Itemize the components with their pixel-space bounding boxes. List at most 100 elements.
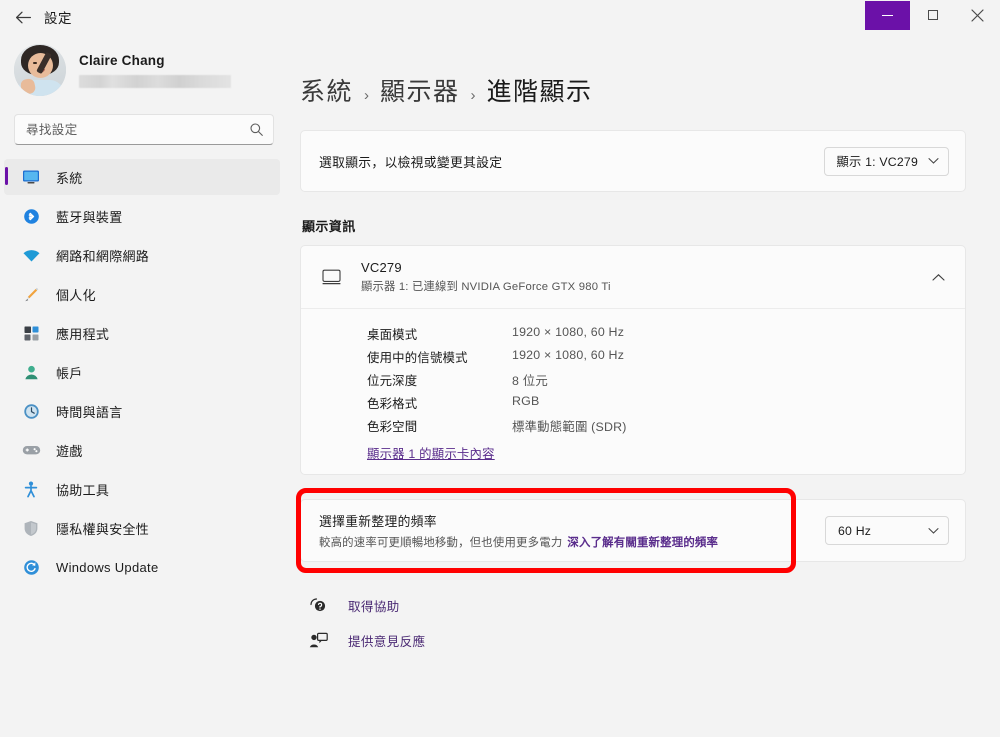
link-label: 提供意見反應 bbox=[348, 635, 426, 649]
search-container bbox=[0, 96, 288, 145]
info-row-value: 8 位元 bbox=[512, 373, 548, 388]
chevron-down-icon bbox=[918, 157, 939, 165]
sidebar-item-label: 系統 bbox=[56, 170, 83, 186]
maximize-icon bbox=[927, 10, 938, 20]
sidebar-item-windows-update[interactable]: Windows Update bbox=[4, 549, 280, 585]
info-row-value: RGB bbox=[512, 393, 540, 408]
adapter-properties-link[interactable]: 顯示器 1 的顯示卡內容 bbox=[367, 444, 495, 462]
account-icon bbox=[20, 364, 42, 381]
info-row: 桌面模式 1920 × 1080, 60 Hz bbox=[301, 322, 965, 345]
chevron-down-icon bbox=[918, 527, 939, 535]
minimize-icon bbox=[882, 14, 893, 17]
refresh-rate-title: 選擇重新整理的頻率 bbox=[319, 514, 437, 529]
display-info-header[interactable]: VC279 顯示器 1: 已連線到 NVIDIA GeForce GTX 980… bbox=[301, 246, 965, 309]
display-info-rows: 桌面模式 1920 × 1080, 60 Hz 使用中的信號模式 1920 × … bbox=[301, 309, 965, 474]
minimize-button[interactable] bbox=[865, 1, 910, 30]
breadcrumb: 系統 › 顯示器 › 進階顯示 bbox=[300, 34, 966, 108]
sidebar: Claire Chang 尋找設定 系統 藍牙與裝置 網路和網際網路 個人化 應… bbox=[0, 34, 288, 737]
monitor-icon bbox=[319, 269, 347, 286]
help-icon bbox=[306, 597, 330, 614]
info-row-value: 1920 × 1080, 60 Hz bbox=[512, 347, 625, 362]
sidebar-item-label: Windows Update bbox=[56, 559, 159, 575]
info-row: 色彩格式 RGB bbox=[301, 391, 965, 414]
close-button[interactable] bbox=[955, 0, 1000, 30]
search-input[interactable] bbox=[26, 122, 249, 137]
user-profile[interactable]: Claire Chang bbox=[0, 34, 288, 96]
info-row-label: 使用中的信號模式 bbox=[367, 350, 468, 365]
sidebar-item-label: 應用程式 bbox=[56, 326, 110, 342]
sidebar-nav: 系統 藍牙與裝置 網路和網際網路 個人化 應用程式 帳戶 時間與語言 遊戲 協助… bbox=[0, 159, 288, 585]
bluetooth-icon bbox=[20, 208, 42, 225]
info-row-value: 1920 × 1080, 60 Hz bbox=[512, 324, 625, 339]
link-label: 取得協助 bbox=[348, 600, 400, 614]
breadcrumb-display[interactable]: 顯示器 bbox=[380, 72, 460, 108]
section-title-display-info: 顯示資訊 bbox=[302, 219, 356, 234]
breadcrumb-separator: › bbox=[470, 87, 476, 104]
info-row-label: 色彩空間 bbox=[367, 419, 418, 434]
sidebar-item-label: 網路和網際網路 bbox=[56, 248, 150, 264]
back-button[interactable] bbox=[6, 2, 40, 32]
sidebar-item-apps[interactable]: 應用程式 bbox=[4, 315, 280, 351]
breadcrumb-system[interactable]: 系統 bbox=[300, 72, 353, 108]
footer-links: 取得協助 提供意見反應 bbox=[300, 592, 966, 654]
sidebar-item-accessibility[interactable]: 協助工具 bbox=[4, 471, 280, 507]
breadcrumb-separator: › bbox=[364, 87, 370, 104]
search-box[interactable] bbox=[14, 114, 274, 145]
display-connection: 顯示器 1: 已連線到 NVIDIA GeForce GTX 980 Ti bbox=[361, 281, 611, 293]
display-select-value: 顯示 1: VC279 bbox=[836, 155, 918, 169]
display-info-card: VC279 顯示器 1: 已連線到 NVIDIA GeForce GTX 980… bbox=[300, 245, 966, 475]
info-row-value: 標準動態範圍 (SDR) bbox=[512, 419, 627, 434]
sidebar-item-network[interactable]: 網路和網際網路 bbox=[4, 237, 280, 273]
refresh-rate-zone: 選擇重新整理的頻率 較高的速率可更順暢地移動，但也使用更多電力 深入了解有關重新整… bbox=[296, 488, 966, 573]
sidebar-item-label: 個人化 bbox=[56, 287, 96, 303]
content-area: 系統 › 顯示器 › 進階顯示 選取顯示，以檢視或變更其設定 顯示 1: VC2… bbox=[288, 34, 1000, 737]
select-display-label: 選取顯示，以檢視或變更其設定 bbox=[319, 154, 503, 170]
sidebar-item-system[interactable]: 系統 bbox=[4, 159, 280, 195]
profile-email-masked bbox=[79, 74, 231, 88]
monitor-icon bbox=[20, 169, 42, 185]
gamepad-icon bbox=[20, 443, 42, 457]
accessibility-icon bbox=[20, 481, 42, 498]
sidebar-item-label: 隱私權與安全性 bbox=[56, 521, 150, 537]
app-title: 設定 bbox=[44, 11, 72, 26]
breadcrumb-advanced-display: 進階顯示 bbox=[486, 78, 593, 106]
info-row: 位元深度 8 位元 bbox=[301, 368, 965, 391]
get-help-link[interactable]: 取得協助 bbox=[306, 592, 966, 619]
wifi-icon bbox=[20, 248, 42, 263]
sidebar-item-time-language[interactable]: 時間與語言 bbox=[4, 393, 280, 429]
shield-icon bbox=[20, 520, 42, 537]
close-icon bbox=[971, 8, 984, 22]
search-icon bbox=[249, 122, 264, 137]
sidebar-item-personalization[interactable]: 個人化 bbox=[4, 276, 280, 312]
refresh-rate-row: 選擇重新整理的頻率 較高的速率可更順暢地移動，但也使用更多電力 深入了解有關重新整… bbox=[300, 499, 966, 562]
avatar bbox=[14, 44, 66, 96]
give-feedback-link[interactable]: 提供意見反應 bbox=[306, 627, 966, 654]
sidebar-item-label: 協助工具 bbox=[56, 482, 110, 498]
window-controls bbox=[865, 0, 1000, 34]
profile-name: Claire Chang bbox=[79, 52, 165, 68]
update-icon bbox=[20, 559, 42, 576]
sidebar-item-label: 藍牙與裝置 bbox=[56, 209, 123, 225]
refresh-rate-learn-more-link[interactable]: 深入了解有關重新整理的頻率 bbox=[567, 537, 718, 549]
info-row: 色彩空間 標準動態範圍 (SDR) bbox=[301, 414, 965, 437]
maximize-button[interactable] bbox=[910, 0, 955, 30]
refresh-rate-dropdown[interactable]: 60 Hz bbox=[825, 516, 949, 545]
select-display-row: 選取顯示，以檢視或變更其設定 顯示 1: VC279 bbox=[300, 130, 966, 192]
refresh-rate-value: 60 Hz bbox=[838, 523, 872, 538]
display-name: VC279 bbox=[361, 260, 402, 275]
sidebar-item-gaming[interactable]: 遊戲 bbox=[4, 432, 280, 468]
chevron-up-icon[interactable] bbox=[932, 273, 949, 282]
sidebar-item-privacy-security[interactable]: 隱私權與安全性 bbox=[4, 510, 280, 546]
info-row: 使用中的信號模式 1920 × 1080, 60 Hz bbox=[301, 345, 965, 368]
info-row-label: 桌面模式 bbox=[367, 327, 418, 342]
apps-icon bbox=[20, 325, 42, 342]
feedback-icon bbox=[306, 632, 330, 649]
settings-window: 設定 Claire Chang 尋找設定 系統 藍牙與裝置 網路和網際網路 個人… bbox=[0, 0, 1000, 737]
title-bar: 設定 bbox=[0, 0, 1000, 34]
sidebar-item-label: 時間與語言 bbox=[56, 404, 123, 420]
display-select-dropdown[interactable]: 顯示 1: VC279 bbox=[823, 146, 949, 176]
sidebar-item-label: 帳戶 bbox=[56, 365, 83, 381]
sidebar-item-accounts[interactable]: 帳戶 bbox=[4, 354, 280, 390]
sidebar-item-bluetooth[interactable]: 藍牙與裝置 bbox=[4, 198, 280, 234]
sidebar-item-label: 遊戲 bbox=[56, 443, 83, 459]
